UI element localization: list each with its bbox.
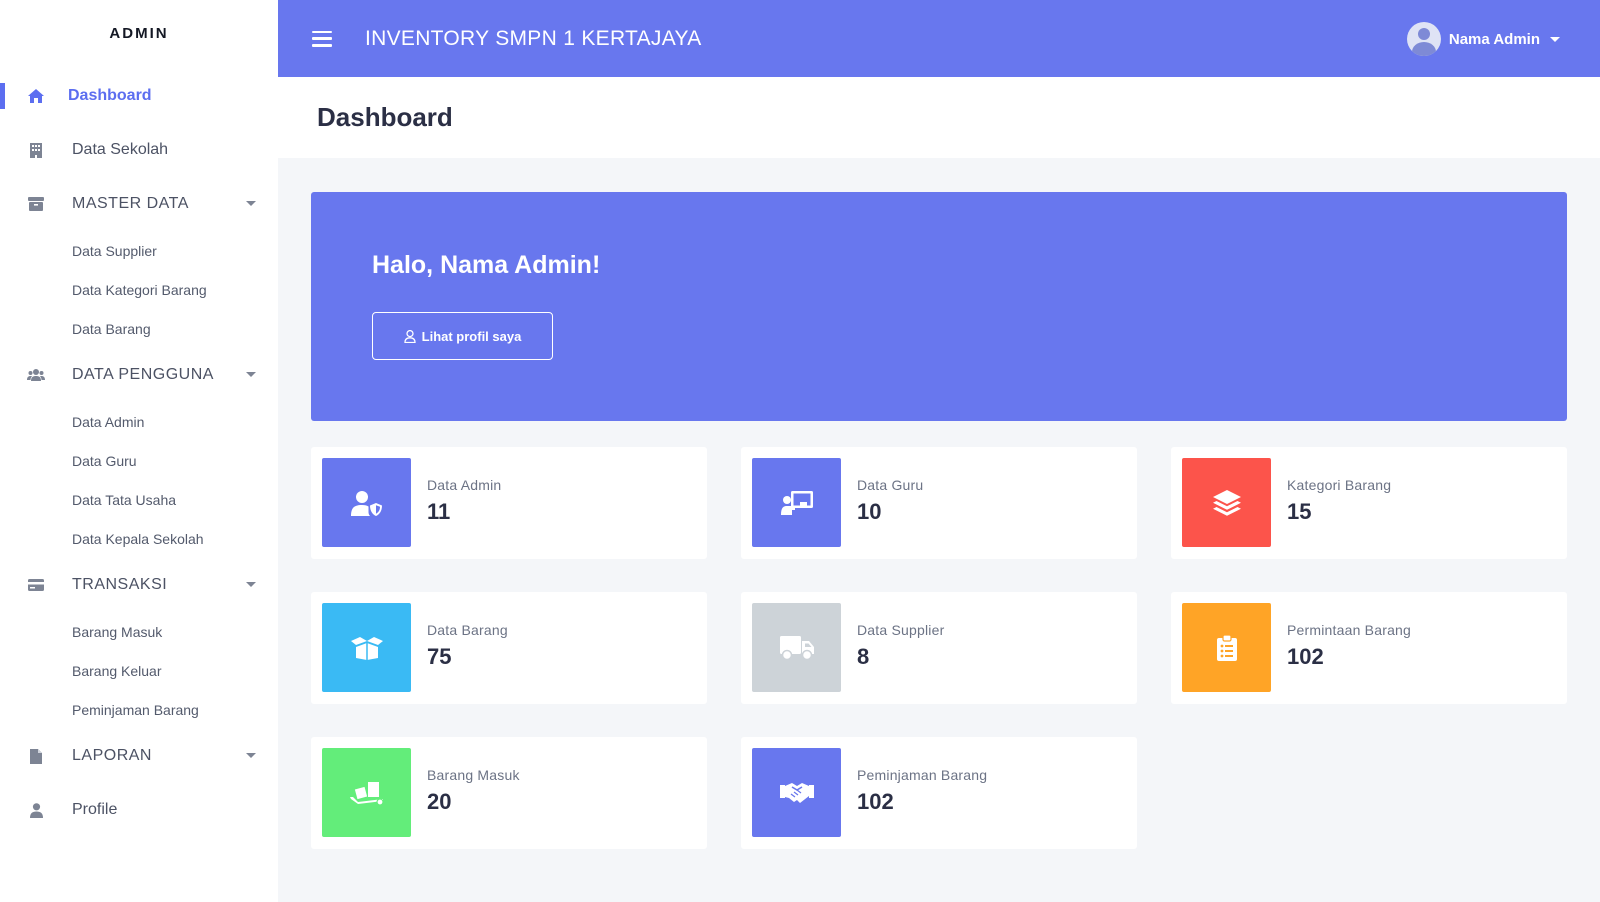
- stat-label: Data Supplier: [857, 622, 945, 638]
- sidebar-subitem-barang-masuk[interactable]: Barang Masuk: [0, 612, 278, 651]
- sidebar-item-transaksi[interactable]: TRANSAKSI: [0, 558, 278, 612]
- brand-logo[interactable]: ADMIN: [0, 0, 278, 66]
- stat-card-data-supplier[interactable]: Data Supplier 8: [741, 592, 1137, 704]
- user-outline-icon: [403, 329, 416, 343]
- box-open-icon: [350, 636, 383, 660]
- stat-card-data-guru[interactable]: Data Guru 10: [741, 447, 1137, 559]
- sidebar-subitem-data-guru[interactable]: Data Guru: [0, 441, 278, 480]
- welcome-banner: Halo, Nama Admin! Lihat profil saya: [311, 192, 1567, 421]
- stat-tile: [322, 603, 411, 692]
- stat-tile: [322, 458, 411, 547]
- user-name: Nama Admin: [1448, 30, 1540, 48]
- sidebar-subitem-data-tata-usaha[interactable]: Data Tata Usaha: [0, 480, 278, 519]
- stat-tile: [1182, 458, 1271, 547]
- stat-value: 8: [857, 644, 870, 669]
- user-menu[interactable]: Nama Admin: [1406, 22, 1560, 56]
- stat-tile: [752, 603, 841, 692]
- sidebar-subitem-data-kategori-barang[interactable]: Data Kategori Barang: [0, 270, 278, 309]
- chalkboard-teacher-icon: [780, 490, 813, 515]
- file-icon: [26, 746, 46, 766]
- sidebar-subitem-barang-keluar[interactable]: Barang Keluar: [0, 651, 278, 690]
- sidebar-item-data-sekolah[interactable]: Data Sekolah: [0, 123, 278, 177]
- building-icon: [26, 140, 46, 160]
- topbar: INVENTORY SMPN 1 KERTAJAYA Nama Admin: [278, 0, 1600, 77]
- stat-card-data-admin[interactable]: Data Admin 11: [311, 447, 707, 559]
- stat-value: 10: [857, 499, 882, 524]
- app-title: INVENTORY SMPN 1 KERTAJAYA: [365, 26, 702, 50]
- user-icon: [26, 800, 46, 820]
- stat-card-permintaan-barang[interactable]: Permintaan Barang 102: [1171, 592, 1567, 704]
- sidebar-item-label: TRANSAKSI: [72, 576, 168, 593]
- sidebar-item-label: Data Sekolah: [72, 141, 169, 158]
- user-shield-icon: [350, 490, 382, 516]
- stat-value: 11: [427, 499, 451, 524]
- stat-label: Data Admin: [427, 477, 502, 493]
- sidebar: ADMIN Dashboard Data Sekolah MASTER DATA…: [0, 0, 278, 902]
- stat-label: Data Barang: [427, 622, 508, 638]
- stat-value: 102: [1287, 644, 1324, 669]
- sidebar-item-dashboard[interactable]: Dashboard: [0, 69, 278, 123]
- chevron-down-icon: [246, 201, 256, 206]
- chevron-down-icon: [246, 753, 256, 758]
- stat-tile: [1182, 603, 1271, 692]
- sidebar-item-profile[interactable]: Profile: [0, 783, 278, 837]
- menu-toggle-icon[interactable]: [312, 30, 332, 47]
- sidebar-item-master-data[interactable]: MASTER DATA: [0, 177, 278, 231]
- stat-card-peminjaman-barang[interactable]: Peminjaman Barang 102: [741, 737, 1137, 849]
- handshake-icon: [779, 782, 814, 803]
- stat-tile: [752, 748, 841, 837]
- stat-value: 102: [857, 789, 894, 814]
- stat-label: Kategori Barang: [1287, 477, 1392, 493]
- avatar: [1406, 22, 1441, 56]
- sidebar-subitem-data-admin[interactable]: Data Admin: [0, 402, 278, 441]
- page-title: Dashboard: [317, 102, 453, 132]
- page-header: Dashboard: [278, 77, 1600, 158]
- archive-icon: [26, 194, 46, 214]
- stat-value: 15: [1287, 499, 1312, 524]
- stat-value: 20: [427, 789, 452, 814]
- stat-label: Data Guru: [857, 477, 924, 493]
- sidebar-item-label: Dashboard: [68, 87, 152, 104]
- stat-card-data-barang[interactable]: Data Barang 75: [311, 592, 707, 704]
- users-icon: [26, 365, 46, 385]
- credit-card-icon: [26, 575, 46, 595]
- stat-value: 75: [427, 644, 452, 669]
- stat-label: Barang Masuk: [427, 767, 520, 783]
- sidebar-item-label: LAPORAN: [72, 747, 152, 764]
- sidebar-subitem-data-kepala-sekolah[interactable]: Data Kepala Sekolah: [0, 519, 278, 558]
- dolly-icon: [349, 781, 384, 806]
- stat-card-kategori-barang[interactable]: Kategori Barang 15: [1171, 447, 1567, 559]
- stat-label: Permintaan Barang: [1287, 622, 1412, 638]
- stat-tile: [752, 458, 841, 547]
- truck-icon: [779, 635, 814, 660]
- sidebar-item-label: DATA PENGGUNA: [72, 366, 214, 383]
- view-profile-button[interactable]: Lihat profil saya: [372, 312, 553, 360]
- sidebar-subitem-data-supplier[interactable]: Data Supplier: [0, 231, 278, 270]
- chevron-down-icon: [1550, 36, 1560, 42]
- sidebar-subitem-data-barang[interactable]: Data Barang: [0, 309, 278, 348]
- sidebar-item-label: MASTER DATA: [72, 195, 189, 212]
- stat-card-barang-masuk[interactable]: Barang Masuk 20: [311, 737, 707, 849]
- sidebar-item-laporan[interactable]: LAPORAN: [0, 729, 278, 783]
- chevron-down-icon: [246, 372, 256, 377]
- clipboard-list-icon: [1216, 634, 1237, 661]
- sidebar-item-data-pengguna[interactable]: DATA PENGGUNA: [0, 348, 278, 402]
- chevron-down-icon: [246, 582, 256, 587]
- stat-tile: [322, 748, 411, 837]
- home-icon: [26, 86, 46, 106]
- stat-label: Peminjaman Barang: [857, 767, 988, 783]
- sidebar-item-label: Profile: [72, 801, 118, 818]
- view-profile-label: Lihat profil saya: [421, 328, 522, 344]
- sidebar-subitem-peminjaman-barang[interactable]: Peminjaman Barang: [0, 690, 278, 729]
- welcome-greeting: Halo, Nama Admin!: [372, 251, 601, 279]
- layers-icon: [1212, 489, 1241, 516]
